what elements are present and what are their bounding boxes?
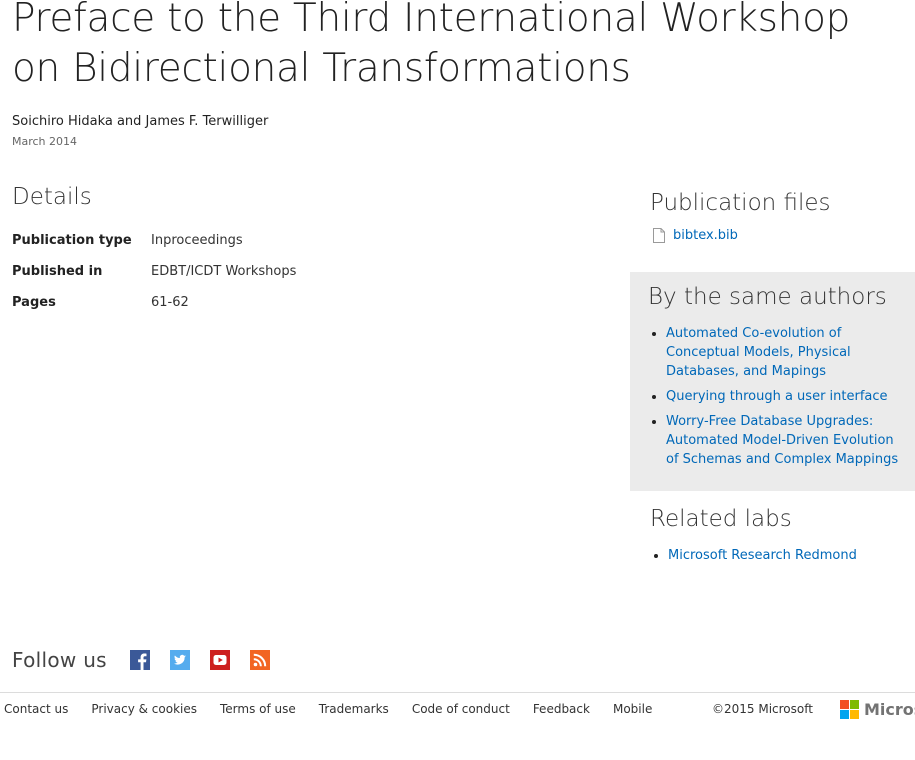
file-item[interactable]: bibtex.bib: [650, 228, 831, 243]
youtube-icon[interactable]: [209, 650, 230, 670]
related-lab-link[interactable]: Microsoft Research Redmond: [668, 548, 857, 563]
details-value: 61-62: [151, 295, 189, 310]
rss-icon[interactable]: [249, 650, 270, 670]
details-row-pages: Pages 61-62: [12, 293, 296, 324]
same-authors-panel: By the same authors Automated Co-evoluti…: [630, 272, 915, 491]
same-author-link[interactable]: Automated Co-evolution of Conceptual Mod…: [666, 326, 851, 379]
same-author-link[interactable]: Querying through a user interface: [666, 389, 888, 404]
details-key: Published in: [12, 264, 103, 279]
related-labs-list: Microsoft Research Redmond: [650, 546, 910, 565]
details-value: Inproceedings: [151, 233, 243, 248]
footer-link-feedback[interactable]: Feedback: [533, 702, 590, 716]
footer-link-mobile[interactable]: Mobile: [613, 702, 652, 716]
footer-link-conduct[interactable]: Code of conduct: [412, 702, 510, 716]
list-item: Querying through a user interface: [666, 387, 901, 406]
footer-links: Contact us Privacy & cookies Terms of us…: [4, 702, 675, 716]
footer-link-privacy[interactable]: Privacy & cookies: [91, 702, 197, 716]
footer-link-contact[interactable]: Contact us: [4, 702, 68, 716]
file-icon: [653, 228, 665, 243]
list-item: Microsoft Research Redmond: [668, 546, 910, 565]
page: Preface to the Third International Works…: [0, 0, 915, 760]
facebook-icon[interactable]: [129, 650, 150, 670]
authors: Soichiro Hidaka and James F. Terwilliger: [12, 114, 269, 129]
details-table: Publication type Inproceedings Published…: [12, 231, 296, 324]
same-authors-heading: By the same authors: [648, 284, 887, 310]
details-value: EDBT/ICDT Workshops: [151, 264, 297, 279]
list-item: Worry-Free Database Upgrades: Automated …: [666, 412, 901, 469]
bibtex-link[interactable]: bibtex.bib: [673, 228, 738, 243]
microsoft-logo-text: Microsoft: [864, 700, 915, 719]
microsoft-logo-icon: [840, 700, 859, 719]
details-key: Pages: [12, 295, 56, 310]
footer-divider: [0, 692, 915, 693]
details-key: Publication type: [12, 233, 132, 248]
footer-link-terms[interactable]: Terms of use: [220, 702, 296, 716]
publication-files-heading: Publication files: [650, 190, 831, 216]
follow-us-label: Follow us: [12, 648, 107, 672]
details-row-published-in: Published in EDBT/ICDT Workshops: [12, 262, 296, 293]
twitter-icon[interactable]: [169, 650, 190, 670]
publication-date: March 2014: [12, 135, 78, 148]
publication-files-section: Publication files bibtex.bib: [650, 190, 831, 243]
details-row-type: Publication type Inproceedings: [12, 231, 296, 262]
details-heading: Details: [12, 184, 92, 210]
list-item: Automated Co-evolution of Conceptual Mod…: [666, 324, 901, 381]
copyright: ©2015 Microsoft: [712, 702, 813, 716]
microsoft-logo[interactable]: Microsoft: [840, 700, 915, 719]
same-author-link[interactable]: Worry-Free Database Upgrades: Automated …: [666, 414, 898, 467]
same-authors-list: Automated Co-evolution of Conceptual Mod…: [648, 324, 901, 469]
page-title: Preface to the Third International Works…: [12, 0, 851, 91]
related-labs-heading: Related labs: [650, 506, 792, 532]
related-labs-section: Related labs Microsoft Research Redmond: [650, 506, 910, 565]
follow-us-bar: Follow us: [12, 648, 290, 672]
footer-link-trademarks[interactable]: Trademarks: [319, 702, 389, 716]
